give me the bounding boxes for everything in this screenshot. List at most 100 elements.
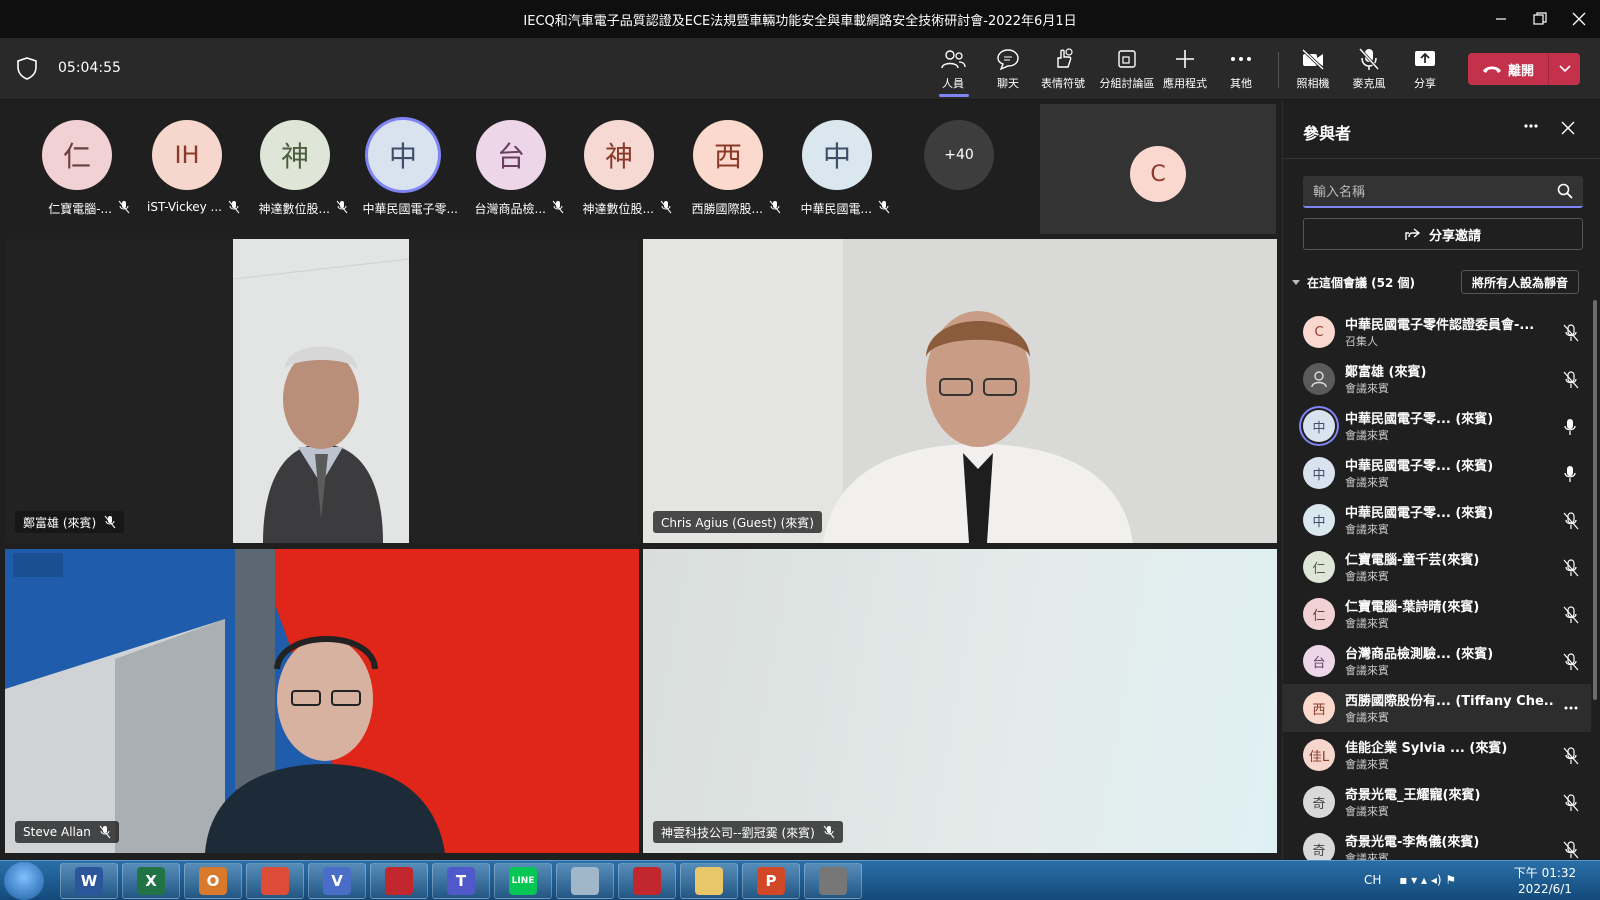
participant-row[interactable]: 鄭富雄 (來賓) 會議來賓 (1283, 355, 1591, 403)
search-icon[interactable] (1557, 183, 1573, 203)
roster-item[interactable]: 仁 仁寶電腦-... (22, 120, 132, 220)
roster-item[interactable]: 神 神達數位股... (240, 120, 350, 220)
mic-off-icon[interactable] (1563, 324, 1579, 342)
participant-row[interactable]: 奇奇景光電-李雋儀(來賓) 會議來賓 (1283, 825, 1591, 860)
chevron-down-icon (1292, 279, 1300, 285)
roster-item[interactable]: 西 西勝國際股... (673, 120, 783, 220)
minimize-button[interactable] (1487, 6, 1515, 32)
title-bar: IECQ和汽車電子品質認證及ECE法規暨車輛功能安全與車載網路安全技術研討會-2… (0, 0, 1600, 38)
taskbar-notes-app[interactable] (556, 863, 614, 899)
roster-item[interactable]: 台 台灣商品檢... (456, 120, 566, 220)
taskbar-excel-app[interactable]: X (122, 863, 180, 899)
taskbar-outlook-app[interactable]: O (184, 863, 242, 899)
mic-on-icon[interactable] (1563, 465, 1577, 483)
roster-item[interactable]: 神 神達數位股... (564, 120, 674, 220)
clock-date: 2022/6/1 (1518, 882, 1572, 896)
more-participants-button[interactable]: +40 (924, 120, 994, 190)
participant-row[interactable]: 中中華民國電子零... (來賓) 會議來賓 (1283, 449, 1591, 497)
roster-name: 神達數位股... (582, 202, 654, 216)
self-view-tile[interactable]: C (1040, 104, 1276, 234)
roster-item-active-speaker[interactable]: 中 中華民國電子零... (348, 120, 458, 220)
participant-row[interactable]: 西西勝國際股份有... (Tiffany Che... 會議來賓 (1283, 684, 1591, 732)
leave-options-button[interactable] (1549, 65, 1580, 73)
taskbar-word-app[interactable]: W (60, 863, 118, 899)
panel-title: 參與者 (1303, 124, 1352, 143)
participant-row[interactable]: C 中華民國電子零件認證委員會-... 召集人 (1283, 308, 1591, 356)
taskbar-camera-app[interactable] (804, 863, 862, 899)
avatar: 佳L (1303, 739, 1335, 771)
taskbar-acrobat-app[interactable] (618, 863, 676, 899)
breakout-rooms-button[interactable]: 分組討論區 (1098, 46, 1156, 96)
roster-item[interactable]: IH iST-Vickey ... (132, 120, 242, 220)
participant-row[interactable]: 中中華民國電子零... (來賓) 會議來賓 (1283, 496, 1591, 544)
leave-main-button[interactable]: 離開 (1468, 53, 1548, 85)
apps-button[interactable]: 應用程式 (1156, 46, 1214, 96)
person-icon (1311, 371, 1327, 388)
avatar: 奇 (1303, 833, 1335, 860)
video-tile[interactable]: Steve Allan (5, 549, 639, 853)
input-language[interactable]: CH (1364, 873, 1381, 887)
mute-all-button[interactable]: 將所有人設為靜音 (1461, 270, 1579, 294)
reactions-icon (1051, 46, 1075, 72)
camera-button[interactable]: 照相機 (1284, 46, 1342, 96)
panel-close-button[interactable] (1561, 120, 1575, 139)
video-tile[interactable]: 神雲科技公司--劉冠霙 (來賓) (643, 549, 1277, 853)
more-icon[interactable] (1563, 700, 1579, 716)
participant-row[interactable]: 佳L 佳能企業 Sylvia ... (來賓) 會議來賓 (1283, 731, 1591, 779)
taskbar-teams-app[interactable]: T (432, 863, 490, 899)
system-tray[interactable]: CH ▪ ▾ ▴ ◂) ⚑ (1364, 873, 1456, 887)
mic-off-icon[interactable] (1563, 606, 1579, 624)
more-actions-button[interactable]: 其他 (1212, 46, 1270, 96)
explorer-icon (695, 867, 723, 895)
participant-row[interactable]: 奇奇景光電_王耀寵(來賓) 會議來賓 (1283, 778, 1591, 826)
mic-off-icon[interactable] (1563, 512, 1579, 530)
in-meeting-section-toggle[interactable]: 在這個會議 (52 個) (1291, 274, 1415, 291)
mic-off-icon[interactable] (1563, 841, 1579, 859)
leave-button[interactable]: 離開 (1468, 53, 1580, 85)
taskbar-visio-app[interactable]: V (308, 863, 366, 899)
panel-more-button[interactable] (1523, 118, 1539, 138)
close-window-button[interactable] (1565, 6, 1593, 32)
roster-item[interactable]: 中 中華民國電... (782, 120, 892, 220)
start-button[interactable] (4, 862, 44, 900)
chat-button[interactable]: 聊天 (979, 46, 1037, 96)
avatar: C (1130, 146, 1186, 202)
taskbar-clock[interactable]: 下午 01:32 2022/6/1 (1510, 865, 1580, 897)
mic-off-icon[interactable] (1563, 653, 1579, 671)
close-icon (1572, 12, 1586, 26)
participant-row[interactable]: 中中華民國電子零... (來賓) 會議來賓 (1283, 402, 1591, 450)
taskbar-chrome-app[interactable] (246, 863, 304, 899)
participant-video (643, 239, 1277, 543)
participant-row[interactable]: 仁仁寶電腦-葉詩晴(來賓) 會議來賓 (1283, 590, 1591, 638)
tile-name: 神雲科技公司--劉冠霙 (來賓) (661, 825, 815, 840)
share-button[interactable]: 分享 (1396, 46, 1454, 96)
video-tile[interactable]: 鄭富雄 (來賓) (5, 239, 639, 543)
taskbar-explorer-app[interactable] (680, 863, 738, 899)
participant-row[interactable]: 仁仁寶電腦-童千芸(來賓) 會議來賓 (1283, 543, 1591, 591)
participant-row[interactable]: 台台灣商品檢測驗... (來賓) 會議來賓 (1283, 637, 1591, 685)
taskbar-line-app[interactable]: LINE (494, 863, 552, 899)
mic-on-icon[interactable] (1563, 418, 1577, 436)
people-button[interactable]: 人員 (924, 46, 982, 96)
search-input[interactable] (1313, 182, 1543, 202)
shield-icon[interactable] (16, 56, 38, 84)
tile-name-label: 鄭富雄 (來賓) (15, 511, 125, 533)
panel-scrollbar[interactable] (1593, 300, 1597, 700)
mic-off-icon[interactable] (1563, 794, 1579, 812)
roster-name: 中華民國電子零... (362, 202, 458, 216)
window-title: IECQ和汽車電子品質認證及ECE法規暨車輛功能安全與車載網路安全技術研討會-2… (523, 14, 1077, 29)
mic-off-icon[interactable] (1563, 559, 1579, 577)
mic-off-icon[interactable] (1563, 371, 1579, 389)
mic-off-icon[interactable] (1563, 747, 1579, 765)
taskbar-powerpoint-app[interactable]: P (742, 863, 800, 899)
share-invite-button[interactable]: 分享邀請 (1303, 218, 1583, 250)
participant-role: 會議來賓 (1345, 617, 1389, 630)
participant-search[interactable] (1303, 176, 1583, 208)
microphone-button[interactable]: 麥克風 (1340, 46, 1398, 96)
reactions-button[interactable]: 表情符號 (1034, 46, 1092, 96)
video-tile[interactable]: Chris Agius (Guest) (來賓) (643, 239, 1277, 543)
maximize-button[interactable] (1526, 6, 1554, 32)
leave-label: 離開 (1507, 63, 1534, 79)
taskbar-pdf-app[interactable] (370, 863, 428, 899)
avatar (1303, 363, 1335, 395)
